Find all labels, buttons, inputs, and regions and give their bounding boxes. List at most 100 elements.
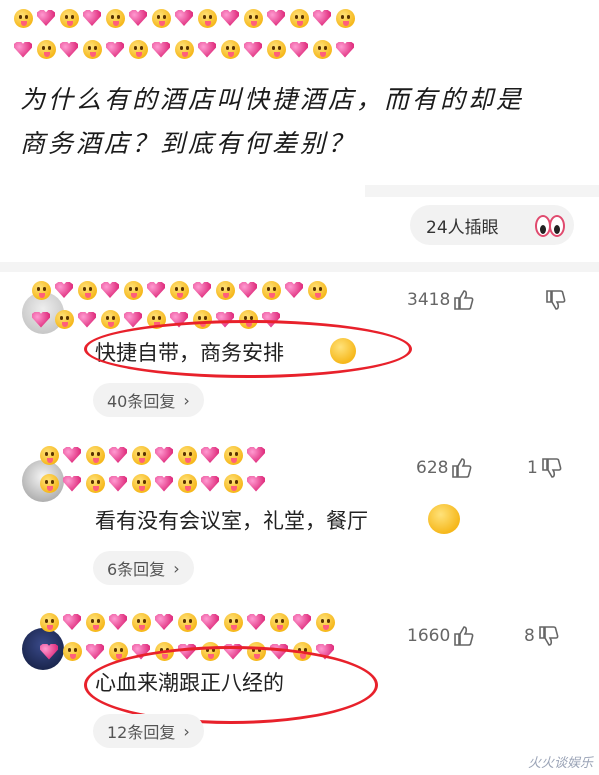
tongue-face-emoji-icon [288,8,310,28]
tongue-face-emoji-icon [38,445,60,465]
heart-emoji-icon [245,612,267,632]
like-count: 628 [416,458,449,478]
replies-count: 40条回复 [107,392,176,411]
thinking-emoji-icon [428,504,460,534]
heart-emoji-icon [104,40,126,60]
like-button[interactable]: 1660 [407,625,475,647]
heart-emoji-icon [237,280,259,300]
tongue-face-emoji-icon [130,474,152,494]
heart-emoji-icon [153,445,175,465]
heart-emoji-icon [145,280,167,300]
dislike-count: 8 [524,626,535,646]
comment-username-obscured [38,445,270,501]
tongue-face-emoji-icon [122,280,144,300]
replies-count: 12条回复 [107,723,176,742]
thumbs-down-icon [539,626,559,646]
heart-emoji-icon [242,40,264,60]
tongue-face-emoji-icon [265,40,287,60]
tongue-face-emoji-icon [84,445,106,465]
heart-emoji-icon [30,310,52,330]
replies-button[interactable]: 6条回复 › [93,551,194,585]
heart-emoji-icon [61,474,83,494]
tongue-face-emoji-icon [38,474,60,494]
like-button[interactable]: 628 [416,457,473,479]
replies-count: 6条回复 [107,560,166,579]
thumbs-up-icon [454,290,474,310]
replies-button[interactable]: 40条回复 › [93,383,204,417]
heart-emoji-icon [245,445,267,465]
tongue-face-emoji-icon [12,8,34,28]
heart-emoji-icon [12,40,34,60]
tongue-face-emoji-icon [268,612,290,632]
thumbs-up-icon [452,458,472,478]
heart-emoji-icon [265,8,287,28]
tongue-face-emoji-icon [222,474,244,494]
tongue-face-emoji-icon [168,280,190,300]
dislike-button[interactable] [542,289,567,311]
dislike-button[interactable]: 8 [524,625,560,647]
tongue-face-emoji-icon [127,40,149,60]
tongue-face-emoji-icon [130,612,152,632]
chevron-right-icon: › [183,390,190,410]
heart-emoji-icon [38,642,60,662]
heart-emoji-icon [311,8,333,28]
tongue-face-emoji-icon [214,280,236,300]
heart-emoji-icon [53,280,75,300]
tongue-face-emoji-icon [81,40,103,60]
heart-emoji-icon [107,445,129,465]
thumbs-up-icon [454,626,474,646]
tongue-face-emoji-icon [260,280,282,300]
heart-emoji-icon [219,8,241,28]
watch-count: 24人插眼 [426,217,499,238]
highlight-circle [84,646,378,724]
heart-emoji-icon [199,445,221,465]
replies-button[interactable]: 12条回复 › [93,714,204,748]
tongue-face-emoji-icon [99,310,121,330]
tongue-face-emoji-icon [84,612,106,632]
heart-emoji-icon [84,642,106,662]
tongue-face-emoji-icon [311,40,333,60]
watch-button[interactable]: 24人插眼 [410,205,574,245]
tongue-face-emoji-icon [35,40,57,60]
section-gap [365,185,599,197]
tongue-face-emoji-icon [84,474,106,494]
like-count: 3418 [407,290,451,310]
heart-emoji-icon [99,280,121,300]
like-count: 1660 [407,626,451,646]
dislike-button[interactable]: 1 [527,457,563,479]
heart-emoji-icon [291,612,313,632]
tongue-face-emoji-icon [58,8,80,28]
watermark: 火火谈娱乐 [527,756,593,771]
tongue-face-emoji-icon [76,280,98,300]
heart-emoji-icon [288,40,310,60]
post-question-line1: 为什么有的酒店叫快捷酒店，而有的却是 [20,85,525,114]
post-question-line2: 商务酒店？到底有何差别？ [20,129,357,158]
tongue-face-emoji-icon [242,8,264,28]
heart-emoji-icon [107,474,129,494]
tongue-face-emoji-icon [30,280,52,300]
heart-emoji-icon [199,612,221,632]
heart-emoji-icon [58,40,80,60]
section-divider [0,262,599,272]
comment-text: 看有没有会议室，礼堂，餐厅 [95,509,368,533]
heart-emoji-icon [35,8,57,28]
chevron-right-icon: › [173,558,180,578]
tongue-face-emoji-icon [196,8,218,28]
tongue-face-emoji-icon [222,612,244,632]
tongue-face-emoji-icon [222,445,244,465]
heart-emoji-icon [61,445,83,465]
eyes-icon [534,212,565,238]
tongue-face-emoji-icon [334,8,356,28]
tongue-face-emoji-icon [150,8,172,28]
tongue-face-emoji-icon [130,445,152,465]
like-button[interactable]: 3418 [407,289,475,311]
heart-emoji-icon [196,40,218,60]
post-username-obscured [12,8,362,70]
heart-emoji-icon [107,612,129,632]
tongue-face-emoji-icon [176,445,198,465]
heart-emoji-icon [173,8,195,28]
heart-emoji-icon [61,612,83,632]
highlight-circle [84,320,412,378]
heart-emoji-icon [191,280,213,300]
tongue-face-emoji-icon [61,642,83,662]
